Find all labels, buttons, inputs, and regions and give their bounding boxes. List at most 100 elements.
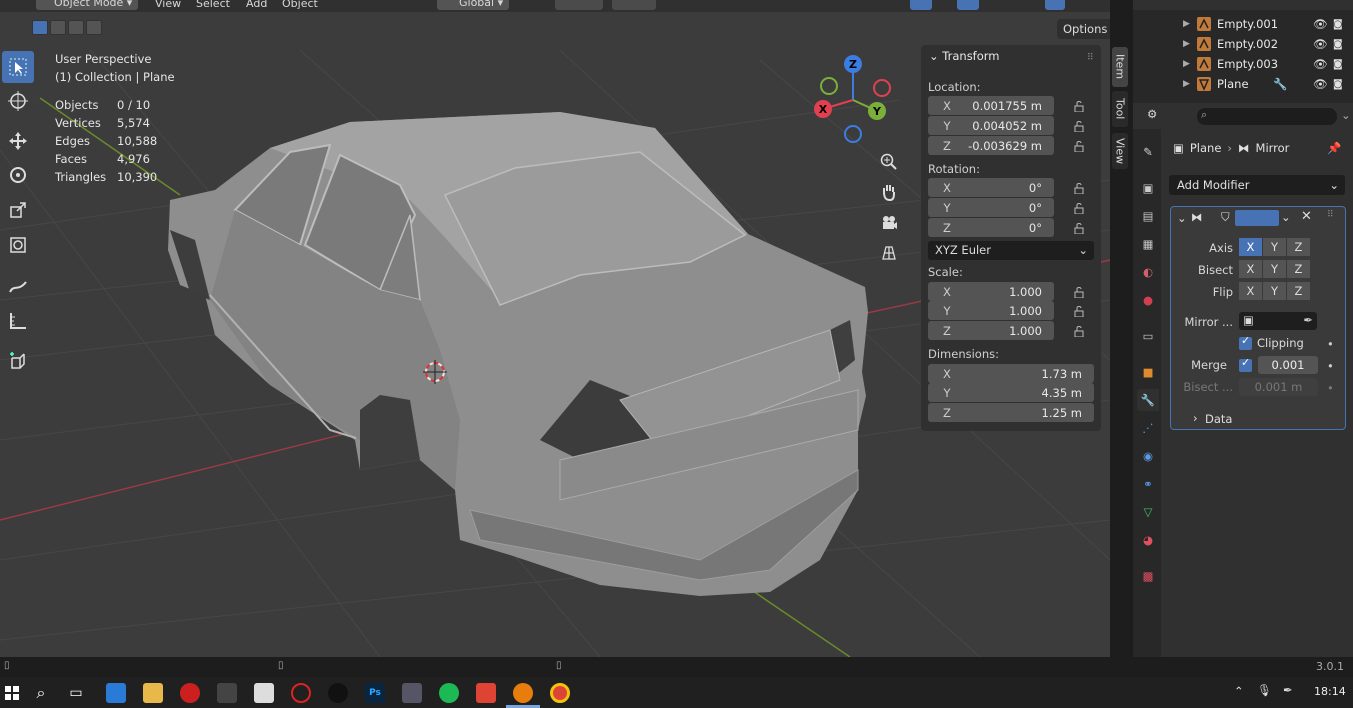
menu-object[interactable]: Object xyxy=(282,0,318,10)
clock[interactable]: 18:14 xyxy=(1314,685,1346,698)
tab-view[interactable]: View xyxy=(1112,133,1128,169)
pin-icon[interactable]: 📌 xyxy=(1327,141,1341,155)
add-modifier-dropdown[interactable]: Add Modifier ⌄ xyxy=(1169,175,1345,195)
pan-button[interactable] xyxy=(876,179,902,205)
output-tab[interactable]: ▤ xyxy=(1137,205,1159,227)
scale-z-field[interactable]: Z 1.000 xyxy=(928,321,1054,340)
search-icon[interactable]: ⌕ xyxy=(31,683,51,703)
media-app-icon[interactable] xyxy=(217,683,237,703)
expand-arrow-icon[interactable]: ▶ xyxy=(1183,79,1190,89)
rotate-tool[interactable] xyxy=(0,159,36,191)
axis-x-toggle[interactable]: X xyxy=(1239,238,1262,256)
rotation-x-field[interactable]: X 0° xyxy=(928,178,1054,197)
close-icon[interactable]: ✕ xyxy=(1301,209,1312,224)
location-z-field[interactable]: Z -0.003629 m xyxy=(928,136,1054,155)
dimensions-z-field[interactable]: Z 1.25 m xyxy=(928,403,1094,422)
opera-icon[interactable] xyxy=(291,683,311,703)
merge-distance-field[interactable]: 0.001 xyxy=(1258,356,1318,374)
select-box-tool[interactable] xyxy=(2,51,34,83)
bisect-y-toggle[interactable]: Y xyxy=(1263,260,1286,278)
tab-tool[interactable]: Tool xyxy=(1112,91,1128,127)
keyframe-dot-icon[interactable]: • xyxy=(1327,337,1334,351)
snap-toggle[interactable] xyxy=(555,0,603,10)
pen-icon[interactable]: ✒ xyxy=(1283,683,1293,697)
select-extend-icon[interactable] xyxy=(50,20,66,35)
select-new-icon[interactable] xyxy=(32,20,48,35)
rotation-y-field[interactable]: Y 0° xyxy=(928,198,1054,217)
proportional-edit-toggle[interactable] xyxy=(612,0,656,10)
dimensions-y-field[interactable]: Y 4.35 m xyxy=(928,383,1094,402)
chevron-up-icon[interactable]: ⌃ xyxy=(1234,684,1244,698)
physics-tab[interactable]: ◉ xyxy=(1137,445,1159,467)
projection-toggle-button[interactable] xyxy=(876,240,902,266)
add-cube-tool[interactable] xyxy=(0,345,36,377)
settings-app-icon[interactable] xyxy=(180,683,200,703)
rotation-mode-dropdown[interactable]: XYZ Euler ⌄ xyxy=(928,241,1094,260)
camera-render-icon[interactable]: ◙ xyxy=(1333,19,1343,30)
gizmo-toggle[interactable] xyxy=(910,0,932,10)
annotate-tool[interactable] xyxy=(0,270,36,302)
menu-select[interactable]: Select xyxy=(196,0,230,10)
object-tab[interactable]: ■ xyxy=(1137,361,1159,383)
microphone-icon[interactable]: 🎙 xyxy=(1257,683,1272,697)
data-subpanel-label[interactable]: Data xyxy=(1205,412,1232,426)
chrome-icon[interactable] xyxy=(550,683,570,703)
mode-dropdown[interactable]: Object Mode ▾ xyxy=(36,0,139,10)
gizmo-neg-z-axis[interactable] xyxy=(844,125,862,143)
outliner-row[interactable]: ▶ Empty.002 👁 ◙ xyxy=(1133,34,1353,54)
menu-add[interactable]: Add xyxy=(246,0,267,10)
camera-render-icon[interactable]: ◙ xyxy=(1333,79,1343,90)
bisect-x-toggle[interactable]: X xyxy=(1239,260,1262,278)
lock-icon[interactable] xyxy=(1073,100,1085,112)
camera-render-icon[interactable]: ◙ xyxy=(1333,59,1343,70)
blender-taskbar-icon[interactable] xyxy=(513,683,533,703)
location-x-field[interactable]: X 0.001755 m xyxy=(928,96,1054,115)
navigation-gizmo[interactable]: Z X Y xyxy=(812,54,894,144)
transform-tool[interactable] xyxy=(0,229,36,261)
expand-arrow-icon[interactable]: ▶ xyxy=(1183,59,1190,69)
flip-z-toggle[interactable]: Z xyxy=(1287,282,1310,300)
discord-icon[interactable] xyxy=(476,683,496,703)
photoshop-icon[interactable]: Ps xyxy=(365,683,385,703)
axis-z-toggle[interactable]: Z xyxy=(1287,238,1310,256)
axis-y-toggle[interactable]: Y xyxy=(1263,238,1286,256)
modifier-tab[interactable]: 🔧 xyxy=(1137,389,1159,411)
select-intersect-icon[interactable] xyxy=(86,20,102,35)
rotation-z-field[interactable]: Z 0° xyxy=(928,218,1054,237)
cursor-tool[interactable] xyxy=(0,85,36,117)
gizmo-neg-y-axis[interactable] xyxy=(820,77,838,95)
eyedropper-icon[interactable]: ✒ xyxy=(1303,313,1313,327)
overlay-toggle[interactable] xyxy=(957,0,979,10)
bisect-z-toggle[interactable]: Z xyxy=(1287,260,1310,278)
view-layer-tab[interactable]: ▦ xyxy=(1137,233,1159,255)
tool-tab[interactable]: ✎ xyxy=(1137,141,1159,163)
eye-icon[interactable]: 👁 xyxy=(1313,57,1328,71)
display-toggles[interactable] xyxy=(1235,210,1279,226)
lock-icon[interactable] xyxy=(1073,305,1085,317)
task-view-icon[interactable]: ▭ xyxy=(66,683,86,703)
render-tab[interactable]: ▣ xyxy=(1137,177,1159,199)
start-button[interactable] xyxy=(2,683,22,703)
solid-shading-button[interactable] xyxy=(1045,0,1065,10)
flip-x-toggle[interactable]: X xyxy=(1239,282,1262,300)
measure-tool[interactable] xyxy=(0,305,36,337)
drag-handle-icon[interactable]: ⠿ xyxy=(1087,53,1094,63)
zoom-button[interactable] xyxy=(876,149,902,175)
notepad-icon[interactable] xyxy=(254,683,274,703)
world-tab[interactable]: ● xyxy=(1137,289,1159,311)
wrench-modifier-icon[interactable]: 🔧 xyxy=(1273,77,1287,91)
menu-view[interactable]: View xyxy=(155,0,181,10)
camera-render-icon[interactable]: ◙ xyxy=(1333,39,1343,50)
location-y-field[interactable]: Y 0.004052 m xyxy=(928,116,1054,135)
mirror-object-field[interactable]: ▣ ✒ xyxy=(1239,312,1317,330)
collapse-arrow-icon[interactable]: ⌄ xyxy=(1177,211,1187,225)
lock-icon[interactable] xyxy=(1073,222,1085,234)
outliner-row[interactable]: ▶ Empty.003 👁 ◙ xyxy=(1133,54,1353,74)
scene-tab[interactable]: ◐ xyxy=(1137,261,1159,283)
obs-icon[interactable] xyxy=(328,683,348,703)
options-dropdown[interactable]: Options ▾ xyxy=(1057,19,1110,39)
lock-icon[interactable] xyxy=(1073,182,1085,194)
scale-tool[interactable] xyxy=(0,194,36,226)
transform-header[interactable]: ⌄ Transform xyxy=(929,49,1000,63)
data-tab[interactable]: ▽ xyxy=(1137,501,1159,523)
